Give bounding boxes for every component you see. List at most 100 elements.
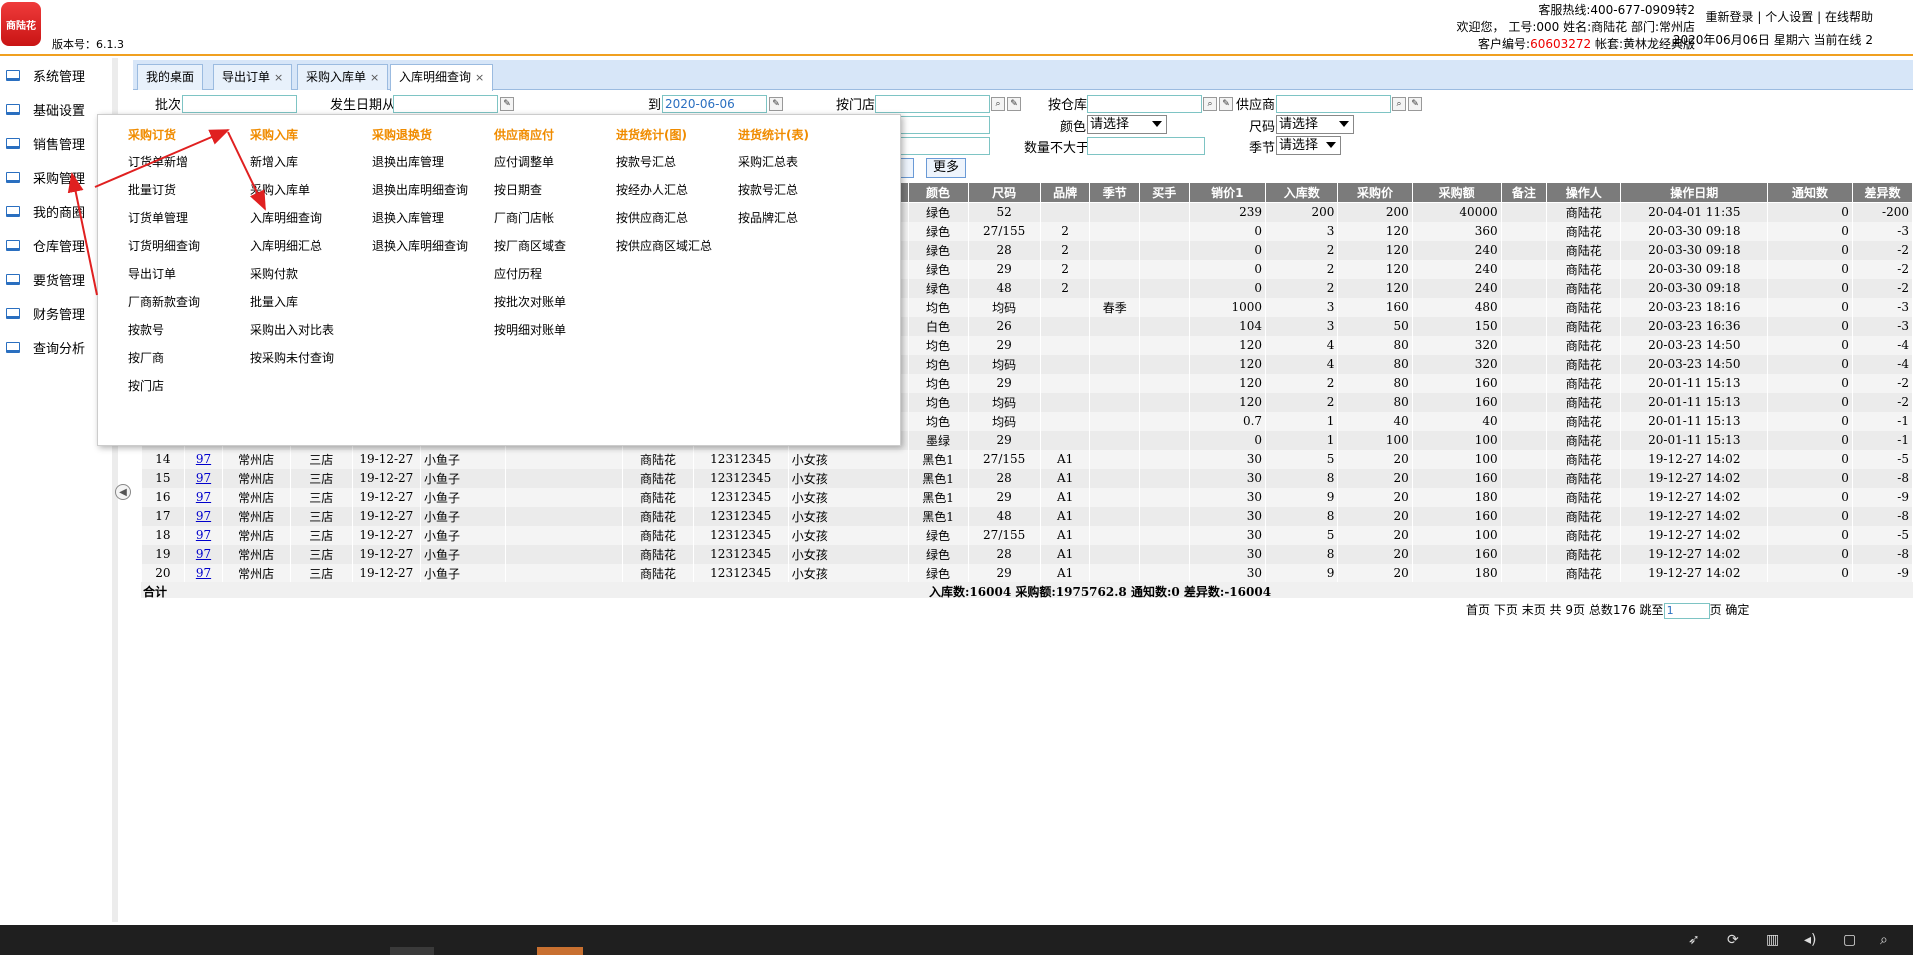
menu-item[interactable]: 厂商新款查询 [128,293,200,321]
tab-export-orders[interactable]: 导出订单 × [213,64,293,90]
menu-item[interactable]: 按款号汇总 [616,153,712,181]
search-icon[interactable]: ⌕ [1392,97,1406,111]
batch-link[interactable]: 97 [196,490,211,504]
menu-item[interactable]: 按厂商 [128,349,200,377]
page-number-input[interactable]: 1 [1663,602,1710,619]
menu-item[interactable]: 厂商门店帐 [494,209,566,237]
sidebar-item[interactable]: 查询分析 [0,330,112,364]
date-to-input[interactable]: 2020-06-06 [662,95,767,113]
personal-settings-link[interactable]: 个人设置 [1765,10,1813,24]
column-header[interactable]: 采购额 [1411,182,1502,203]
next-page-link[interactable]: 下页 [1494,603,1518,617]
close-icon[interactable]: × [370,71,379,84]
qty-max-input[interactable] [1087,137,1205,155]
menu-item[interactable]: 入库明细汇总 [250,237,334,265]
edit-icon[interactable]: ✎ [1408,97,1422,111]
calendar-icon[interactable]: ✎ [769,97,783,111]
batch-input[interactable] [182,95,297,113]
table-row[interactable]: 14 97 常州店 三店 19-12-27 小鱼子 商陆花 12312345 小女孩 黑色1 27/… [141,449,1913,469]
batch-link[interactable]: 97 [196,452,211,466]
menu-item[interactable]: 按日期查 [494,181,566,209]
table-row[interactable]: 18 97 常州店 三店 19-12-27 小鱼子 商陆花 12312345 小女孩 绿色 27/1… [141,525,1913,545]
menu-item[interactable]: 按门店 [128,377,200,405]
tab-purchase-receipt[interactable]: 采购入库单 × [297,64,389,90]
store-input[interactable] [875,95,990,113]
batch-link[interactable]: 97 [196,566,211,580]
menu-item[interactable]: 订货单新增 [128,153,200,181]
volume-icon[interactable]: ◂) [1804,932,1817,948]
more-button[interactable]: 更多 [926,158,966,178]
column-header[interactable]: 备注 [1500,182,1548,203]
menu-item[interactable]: 退换出库管理 [372,153,468,181]
menu-item[interactable]: 按供应商汇总 [616,209,712,237]
close-icon[interactable]: × [274,71,283,84]
column-header[interactable]: 入库数 [1265,182,1339,203]
menu-item[interactable]: 订货单管理 [128,209,200,237]
sidebar-item[interactable]: 基础设置 [0,92,112,126]
menu-item[interactable]: 按采购未付查询 [250,349,334,377]
batch-link[interactable]: 97 [196,528,211,542]
edit-icon[interactable]: ✎ [1219,97,1233,111]
column-header[interactable]: 买手 [1139,182,1190,203]
menu-item[interactable]: 应付历程 [494,265,566,293]
table-row[interactable]: 15 97 常州店 三店 19-12-27 小鱼子 商陆花 12312345 小女孩 黑色1 28 A… [141,468,1913,488]
column-header[interactable]: 操作日期 [1620,182,1769,203]
menu-item[interactable]: 导出订单 [128,265,200,293]
batch-link[interactable]: 97 [196,471,211,485]
menu-item[interactable]: 采购出入对比表 [250,321,334,349]
menu-item[interactable]: 采购汇总表 [738,153,809,181]
table-row[interactable]: 20 97 常州店 三店 19-12-27 小鱼子 商陆花 12312345 小女孩 绿色 29 A1… [141,563,1913,583]
trash-icon[interactable]: ▥ [1766,932,1779,948]
menu-item[interactable]: 按批次对账单 [494,293,566,321]
menu-item[interactable]: 按款号 [128,321,200,349]
color-select[interactable]: 请选择 [1087,115,1167,134]
size-select[interactable]: 请选择 [1276,115,1354,134]
menu-item[interactable]: 按厂商区域查 [494,237,566,265]
column-header[interactable]: 操作人 [1546,182,1622,203]
relogin-link[interactable]: 重新登录 [1706,10,1754,24]
tab-my-desktop[interactable]: 我的桌面 [137,64,204,90]
column-header[interactable]: 采购价 [1337,182,1413,203]
menu-item[interactable]: 退换入库管理 [372,209,468,237]
menu-item[interactable]: 入库明细查询 [250,209,334,237]
search-icon[interactable]: ⌕ [991,97,1005,111]
column-header[interactable]: 销价1 [1188,182,1267,203]
column-header[interactable]: 季节 [1089,182,1140,203]
supplier-input[interactable] [1276,95,1391,113]
tab-receipt-detail-query[interactable]: 入库明细查询 × [390,64,494,91]
edit-icon[interactable]: ✎ [1007,97,1021,111]
rocket-icon[interactable]: ➶ [1688,932,1700,948]
menu-item[interactable]: 按供应商区域汇总 [616,237,712,265]
column-header[interactable]: 差异数 [1851,182,1913,203]
batch-link[interactable]: 97 [196,509,211,523]
sidebar-item[interactable]: 系统管理 [0,58,112,92]
sidebar-item[interactable]: 仓库管理 [0,228,112,262]
close-icon[interactable]: × [475,71,484,84]
calendar-icon[interactable]: ✎ [500,97,514,111]
batch-link[interactable]: 97 [196,547,211,561]
window-icon[interactable]: ▢ [1843,932,1856,948]
menu-item[interactable]: 批量入库 [250,293,334,321]
menu-item[interactable]: 批量订货 [128,181,200,209]
sidebar-item[interactable]: 我的商圈 [0,194,112,228]
sidebar-item[interactable]: 要货管理 [0,262,112,296]
last-page-link[interactable]: 末页 [1522,603,1546,617]
menu-item[interactable]: 采购入库单 [250,181,334,209]
search-icon[interactable]: ⌕ [1203,97,1217,111]
sync-icon[interactable]: ⟳ [1727,932,1739,948]
warehouse-input[interactable] [1087,95,1202,113]
sidebar-item[interactable]: 采购管理 [0,160,112,194]
collapse-sidebar-icon[interactable]: ◀ [115,484,131,500]
menu-item[interactable]: 新增入库 [250,153,334,181]
confirm-button[interactable]: 确定 [1725,603,1749,617]
taskbar-app-active[interactable] [537,947,583,955]
menu-item[interactable]: 订货明细查询 [128,237,200,265]
column-header[interactable]: 颜色 [907,182,969,203]
column-header[interactable]: 通知数 [1767,182,1853,203]
menu-item[interactable]: 应付调整单 [494,153,566,181]
menu-item[interactable]: 采购付款 [250,265,334,293]
search-icon[interactable]: ⌕ [1880,932,1888,948]
table-row[interactable]: 16 97 常州店 三店 19-12-27 小鱼子 商陆花 12312345 小女孩 黑色1 29 A… [141,487,1913,507]
menu-item[interactable]: 按明细对账单 [494,321,566,349]
table-row[interactable]: 19 97 常州店 三店 19-12-27 小鱼子 商陆花 12312345 小女孩 绿色 28 A1… [141,544,1913,564]
